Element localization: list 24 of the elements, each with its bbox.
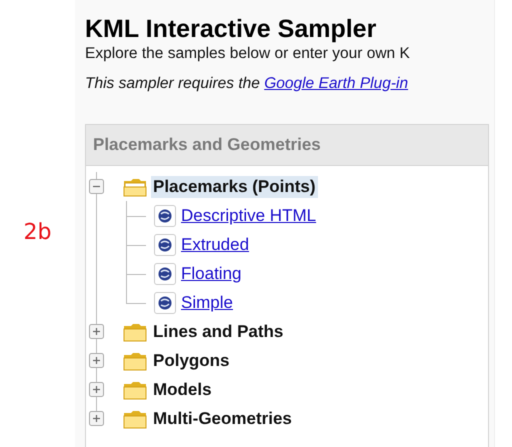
plugin-link[interactable]: Google Earth Plug-in [264, 75, 408, 92]
globe-icon [154, 262, 176, 284]
expand-toggle[interactable] [88, 382, 104, 397]
expand-toggle[interactable] [88, 353, 104, 368]
globe-icon [154, 204, 176, 226]
figure-label: 2b [24, 220, 52, 247]
globe-icon [154, 292, 176, 314]
sample-link[interactable]: Descriptive HTML [181, 206, 316, 226]
sample-link[interactable]: Extruded [181, 234, 250, 254]
expand-toggle[interactable] [88, 324, 104, 339]
requirement-text: This sampler requires the Google Earth Plug-in [85, 74, 410, 94]
sample-link[interactable]: Simple [181, 292, 233, 312]
tree-node[interactable]: Lines and Paths [151, 320, 286, 342]
tree-node[interactable]: Models [151, 378, 214, 400]
tree-node[interactable]: Polygons [151, 350, 232, 372]
tree-node[interactable]: Placemarks (Points) [151, 176, 318, 198]
expand-toggle[interactable] [88, 411, 104, 426]
tree-node[interactable]: Multi-Geometries [151, 408, 294, 430]
panel-title: Placemarks and Geometries [93, 135, 321, 155]
collapse-toggle[interactable] [88, 179, 104, 194]
intro-text: Explore the samples below or enter your own K [85, 44, 411, 64]
globe-icon [154, 234, 176, 256]
sample-link[interactable]: Floating [181, 264, 242, 284]
page-title: KML Interactive Sampler [85, 14, 378, 44]
